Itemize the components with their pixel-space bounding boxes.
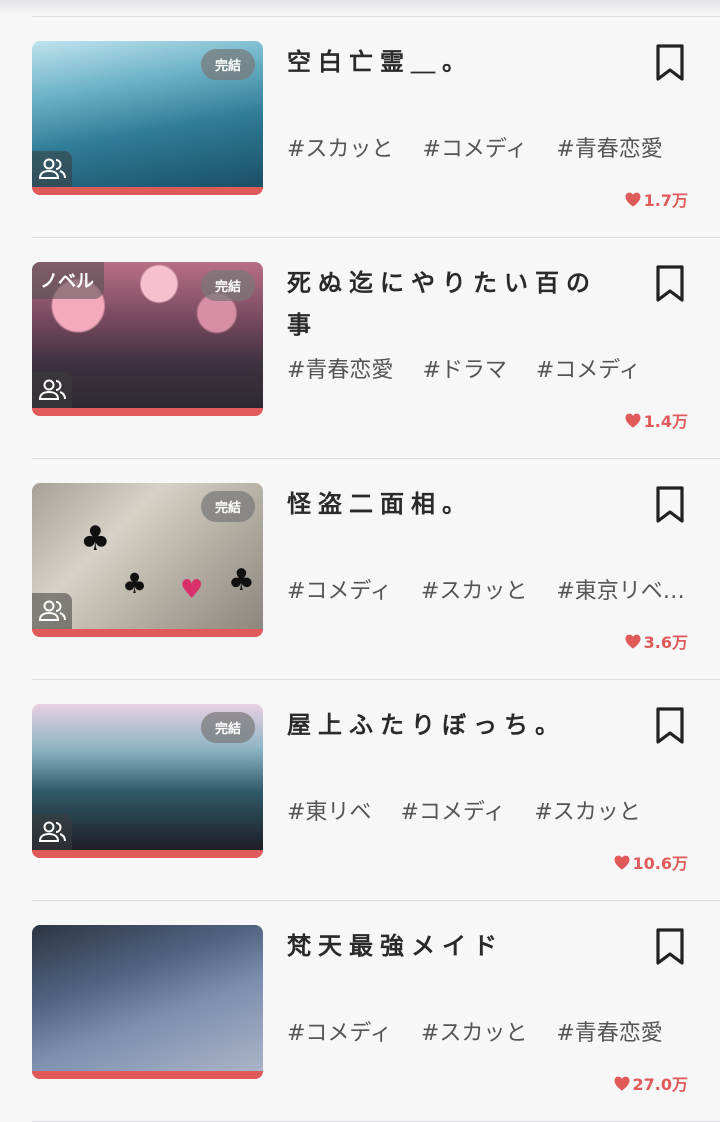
bookmark-icon[interactable] bbox=[654, 485, 686, 525]
work-title[interactable]: 怪盗二面相。 bbox=[287, 483, 607, 525]
like-count-text: 1.4万 bbox=[643, 412, 688, 431]
work-title[interactable]: 梵天最強メイド bbox=[287, 925, 607, 967]
thumbnail-art-room bbox=[32, 925, 263, 1071]
heart-icon bbox=[625, 634, 641, 648]
tag[interactable]: #東リベ bbox=[287, 800, 371, 825]
completed-badge: 完結 bbox=[200, 49, 255, 80]
club-suit-icon: ♣ bbox=[80, 519, 111, 559]
tag[interactable]: #青春恋愛 bbox=[556, 1021, 662, 1046]
bookmark-icon[interactable] bbox=[654, 927, 686, 967]
like-count: 27.0万 bbox=[614, 1071, 688, 1095]
people-icon bbox=[32, 814, 72, 850]
heart-icon bbox=[614, 855, 630, 869]
like-count-text: 3.6万 bbox=[643, 633, 688, 652]
like-count: 1.7万 bbox=[625, 187, 688, 211]
completed-badge: 完結 bbox=[200, 270, 255, 301]
top-shadow bbox=[0, 0, 720, 16]
people-icon bbox=[32, 593, 72, 629]
tag[interactable]: #コメディ bbox=[422, 137, 527, 162]
work-thumbnail[interactable]: 完結 bbox=[32, 704, 263, 858]
work-title[interactable]: 屋上ふたりぼっち。 bbox=[287, 704, 607, 746]
thumbnail-accent-bar bbox=[32, 850, 263, 858]
tag[interactable]: #スカッと bbox=[421, 579, 527, 604]
completed-badge: 完結 bbox=[200, 712, 255, 743]
work-item[interactable]: 完結 空白亡霊＿。 #スカッと #コメディ #青春恋愛 1.7万 bbox=[32, 16, 720, 237]
work-thumbnail[interactable] bbox=[32, 925, 263, 1079]
tag[interactable]: #スカッと bbox=[421, 1021, 527, 1046]
thumbnail-accent-bar bbox=[32, 408, 263, 416]
tag[interactable]: #コメディ bbox=[400, 800, 505, 825]
work-item[interactable]: ノベル 完結 死ぬ迄にやりたい百の事 #青春恋愛 #ドラマ #コメディ 1.4万 bbox=[32, 237, 720, 458]
novel-badge: ノベル bbox=[32, 262, 104, 299]
heart-suit-icon: ♥ bbox=[180, 575, 204, 605]
like-count-text: 10.6万 bbox=[632, 854, 688, 873]
work-title[interactable]: 死ぬ迄にやりたい百の事 bbox=[287, 262, 607, 346]
heart-icon bbox=[625, 192, 641, 206]
tag[interactable]: #青春恋愛 bbox=[556, 137, 662, 162]
work-list: 完結 空白亡霊＿。 #スカッと #コメディ #青春恋愛 1.7万 ノベル 完結 bbox=[0, 16, 720, 1122]
people-icon bbox=[32, 151, 72, 187]
tag[interactable]: #東京リベ… bbox=[556, 579, 684, 604]
work-thumbnail[interactable]: ♣ ♣ ♣ ♥ 完結 bbox=[32, 483, 263, 637]
tag[interactable]: #スカッと bbox=[534, 800, 640, 825]
tag[interactable]: #コメディ bbox=[287, 1021, 392, 1046]
tag[interactable]: #青春恋愛 bbox=[287, 358, 393, 383]
like-count: 10.6万 bbox=[614, 850, 688, 874]
bookmark-icon[interactable] bbox=[654, 43, 686, 83]
work-thumbnail[interactable]: 完結 bbox=[32, 41, 263, 195]
tag-list: #青春恋愛 #ドラマ #コメディ bbox=[287, 352, 692, 384]
tag[interactable]: #コメディ bbox=[536, 358, 641, 383]
tag-list: #スカッと #コメディ #青春恋愛 bbox=[287, 131, 692, 163]
work-item[interactable]: 完結 屋上ふたりぼっち。 #東リベ #コメディ #スカッと 10.6万 bbox=[32, 679, 720, 900]
work-title[interactable]: 空白亡霊＿。 bbox=[287, 41, 607, 83]
thumbnail-accent-bar bbox=[32, 187, 263, 195]
tag-list: #東リベ #コメディ #スカッと bbox=[287, 794, 692, 826]
thumbnail-accent-bar bbox=[32, 1071, 263, 1079]
people-icon bbox=[32, 372, 72, 408]
club-suit-icon: ♣ bbox=[228, 563, 255, 598]
thumbnail-accent-bar bbox=[32, 629, 263, 637]
bookmark-icon[interactable] bbox=[654, 264, 686, 304]
like-count-text: 1.7万 bbox=[643, 191, 688, 210]
tag[interactable]: #ドラマ bbox=[422, 358, 506, 383]
work-item[interactable]: 梵天最強メイド #コメディ #スカッと #青春恋愛 27.0万 bbox=[32, 900, 720, 1122]
heart-icon bbox=[625, 413, 641, 427]
club-suit-icon: ♣ bbox=[122, 567, 148, 600]
heart-icon bbox=[614, 1076, 630, 1090]
like-count-text: 27.0万 bbox=[632, 1075, 688, 1094]
bookmark-icon[interactable] bbox=[654, 706, 686, 746]
tag-list: #コメディ #スカッと #青春恋愛 bbox=[287, 1015, 692, 1047]
completed-badge: 完結 bbox=[200, 491, 255, 522]
tag-list: #コメディ #スカッと #東京リベ… bbox=[287, 573, 692, 605]
work-thumbnail[interactable]: ノベル 完結 bbox=[32, 262, 263, 416]
like-count: 3.6万 bbox=[625, 629, 688, 653]
tag[interactable]: #スカッと bbox=[287, 137, 393, 162]
work-item[interactable]: ♣ ♣ ♣ ♥ 完結 怪盗二面相。 #コメディ #スカッと #東京リベ… 3.6… bbox=[32, 458, 720, 679]
like-count: 1.4万 bbox=[625, 408, 688, 432]
tag[interactable]: #コメディ bbox=[287, 579, 392, 604]
